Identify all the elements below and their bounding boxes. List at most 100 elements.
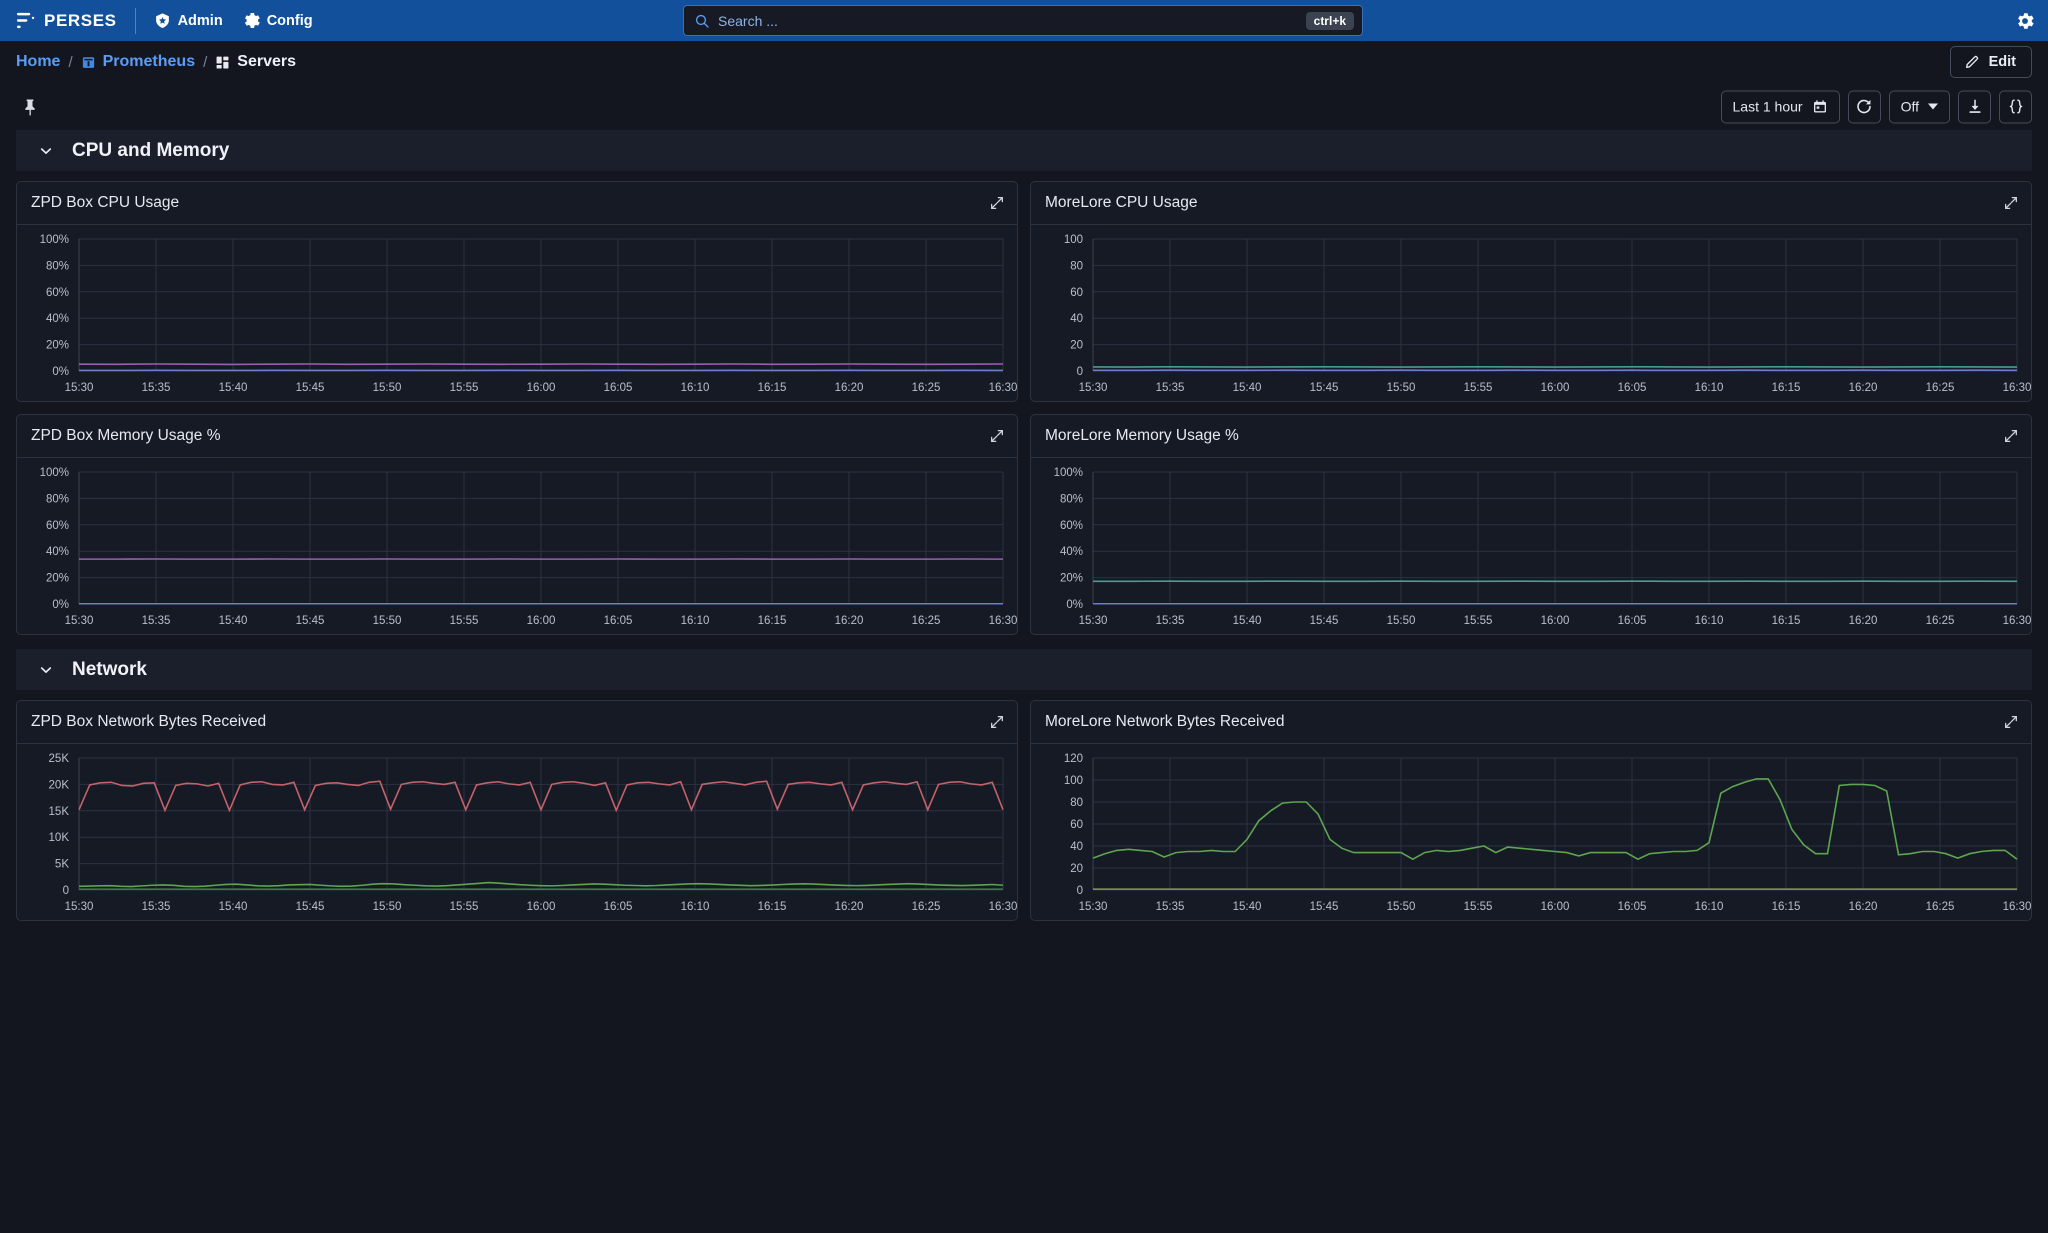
svg-text:15:30: 15:30 [65,382,94,394]
svg-text:40: 40 [1070,313,1083,325]
chart-zpd-cpu[interactable]: 0% 20% 40% 60% 80% 100% 15:30 15:35 15:40 15:45 15… [17,225,1017,401]
breadcrumb-separator: / [68,53,73,71]
expand-panel-button[interactable] [989,195,1005,211]
svg-text:16:30: 16:30 [989,901,1017,913]
svg-text:16:20: 16:20 [1849,382,1878,394]
svg-text:16:15: 16:15 [1772,615,1801,627]
svg-text:16:00: 16:00 [527,382,556,394]
svg-text:16:10: 16:10 [1695,382,1724,394]
refresh-interval-select[interactable]: Off [1888,90,1950,123]
breadcrumb-item-prometheus[interactable]: Prometheus [81,53,195,71]
svg-text:15:55: 15:55 [1464,615,1493,627]
svg-text:16:00: 16:00 [1541,615,1570,627]
breadcrumb-home-label[interactable]: Home [16,53,60,71]
chart-morelore-cpu[interactable]: 0 20 40 60 80 100 15:30 15:35 15:40 15:45 15:50 15:… [1031,225,2031,401]
search-icon [695,14,709,28]
breadcrumb-row: Home / Prometheus / Servers Edit [0,41,2048,83]
section-header-network[interactable]: Network [16,649,2032,690]
svg-text:16:20: 16:20 [1849,901,1878,913]
expand-panel-button[interactable] [2003,714,2019,730]
svg-text:80%: 80% [1060,493,1083,505]
settings-button[interactable] [2014,0,2036,41]
time-range-picker[interactable]: Last 1 hour [1720,90,1840,123]
panel-header: ZPD Box CPU Usage [17,182,1017,225]
svg-text:16:15: 16:15 [758,615,787,627]
expand-panel-button[interactable] [989,428,1005,444]
chart-morelore-memory[interactable]: 0% 20% 40% 60% 80% 100% 15:30 15:35 15:40 15:45 15… [1031,458,2031,634]
svg-text:16:30: 16:30 [989,615,1017,627]
panel-header: MoreLore CPU Usage [1031,182,2031,225]
breadcrumb-item-home[interactable]: Home [16,53,60,71]
panel-chart-area[interactable]: 0 5K 10K 15K 20K 25K 15:30 15:35 15:40 15:45 15:50… [17,744,1017,920]
svg-text:16:25: 16:25 [912,901,941,913]
search-box[interactable]: Search ... ctrl+k [683,5,1363,36]
refresh-button[interactable] [1847,90,1881,123]
panel-title: ZPD Box Memory Usage % [31,427,221,444]
svg-text:16:15: 16:15 [1772,901,1801,913]
expand-panel-button[interactable] [2003,428,2019,444]
expand-icon [2005,197,2017,209]
view-json-button[interactable] [1999,90,2032,123]
svg-text:15:40: 15:40 [219,382,248,394]
svg-text:20%: 20% [46,573,69,585]
svg-text:60%: 60% [46,287,69,299]
section-header-cpu-and-memory[interactable]: CPU and Memory [16,130,2032,171]
svg-text:40%: 40% [46,313,69,325]
svg-text:20: 20 [1070,340,1083,352]
panel-header: MoreLore Memory Usage % [1031,415,2031,458]
svg-text:20: 20 [1070,863,1083,875]
svg-text:15:50: 15:50 [1387,615,1416,627]
panel-header: ZPD Box Network Bytes Received [17,701,1017,744]
svg-text:16:10: 16:10 [681,615,710,627]
panel-chart-area[interactable]: 0% 20% 40% 60% 80% 100% 15:30 15:35 15:40 15:45 15… [1031,458,2031,634]
svg-text:60: 60 [1070,819,1083,831]
brand-name: PERSES [44,10,117,30]
nav-links: Admin Config [136,12,313,29]
svg-text:16:10: 16:10 [1695,901,1724,913]
download-button[interactable] [1958,90,1991,123]
brand-logo-link[interactable]: PERSES [0,0,135,41]
svg-text:16:00: 16:00 [1541,382,1570,394]
panel-zpd-box-cpu-usage: ZPD Box CPU Usage 0% 20% 40% 60% 80% 100% 15:3… [16,181,1018,402]
section-title: Network [72,658,147,680]
pin-button[interactable] [16,93,44,121]
panel-zpd-box-network-bytes-received: ZPD Box Network Bytes Received 0 5K 10K 15K… [16,700,1018,921]
chart-zpd-network[interactable]: 0 5K 10K 15K 20K 25K 15:30 15:35 15:40 15:45 15:50… [17,744,1017,920]
panel-grid-network: ZPD Box Network Bytes Received 0 5K 10K 15K… [0,690,2048,921]
svg-text:40%: 40% [46,546,69,558]
svg-text:16:25: 16:25 [912,382,941,394]
expand-panel-button[interactable] [2003,195,2019,211]
svg-text:15K: 15K [49,806,70,818]
svg-text:40: 40 [1070,841,1083,853]
panel-chart-area[interactable]: 0 20 40 60 80 100 120 15:30 15:35 15:40 15:45 15:50… [1031,744,2031,920]
panel-chart-area[interactable]: 0% 20% 40% 60% 80% 100% 15:30 15:35 15:40 15:45 15… [17,225,1017,401]
svg-text:16:15: 16:15 [758,901,787,913]
svg-text:10K: 10K [49,832,70,844]
nav-item-config[interactable]: Config [243,12,313,29]
svg-text:16:30: 16:30 [2003,615,2031,627]
svg-text:0%: 0% [1066,599,1083,611]
breadcrumb-prometheus-label[interactable]: Prometheus [103,53,195,71]
svg-text:16:20: 16:20 [1849,615,1878,627]
svg-text:20%: 20% [1060,573,1083,585]
svg-text:15:35: 15:35 [1156,901,1185,913]
breadcrumb-item-servers: Servers [215,53,296,71]
edit-button[interactable]: Edit [1949,46,2032,78]
expand-panel-button[interactable] [989,714,1005,730]
chart-morelore-network[interactable]: 0 20 40 60 80 100 120 15:30 15:35 15:40 15:45 15:50… [1031,744,2031,920]
svg-text:15:30: 15:30 [65,615,94,627]
nav-item-admin[interactable]: Admin [154,12,223,29]
search-input-placeholder[interactable]: Search ... [718,13,1306,29]
panel-header: ZPD Box Memory Usage % [17,415,1017,458]
chevron-down-icon [40,666,52,673]
gear-icon [244,13,260,28]
panel-morelore-cpu-usage: MoreLore CPU Usage 0 20 40 60 80 100 15:30 15:3… [1030,181,2032,402]
svg-text:16:05: 16:05 [604,615,633,627]
settings-gear-icon [2018,12,2034,29]
svg-text:25K: 25K [49,753,70,765]
datasource-icon [82,56,94,68]
svg-text:15:40: 15:40 [1233,615,1262,627]
panel-chart-area[interactable]: 0% 20% 40% 60% 80% 100% 15:30 15:35 15:40 15:45 15… [17,458,1017,634]
panel-chart-area[interactable]: 0 20 40 60 80 100 15:30 15:35 15:40 15:45 15:50 15:… [1031,225,2031,401]
chart-zpd-memory[interactable]: 0% 20% 40% 60% 80% 100% 15:30 15:35 15:40 15:45 15… [17,458,1017,634]
